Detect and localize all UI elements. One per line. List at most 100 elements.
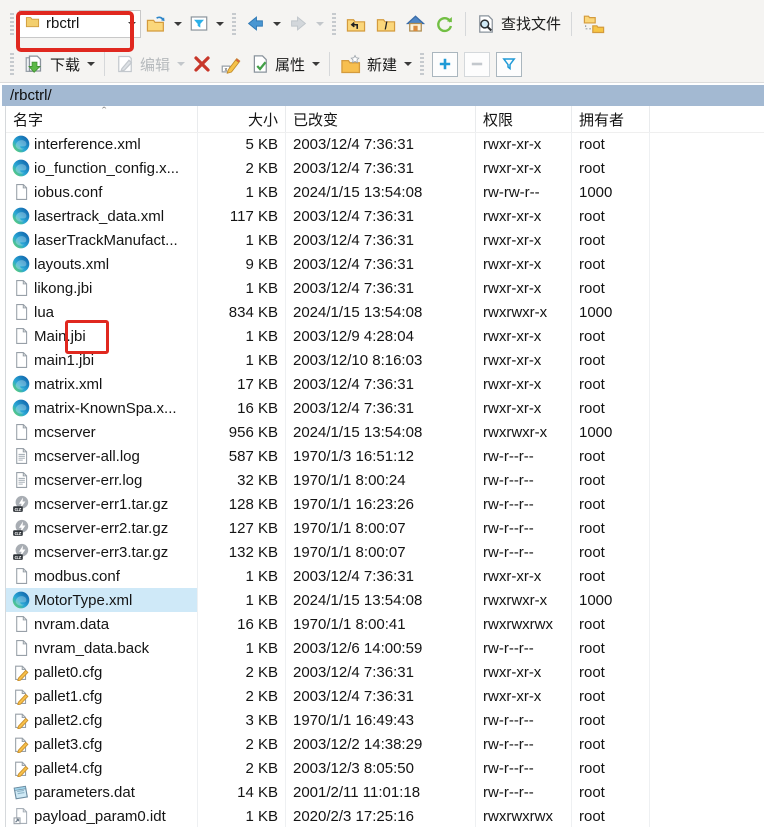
column-header-size[interactable]: 大小 (198, 106, 286, 132)
table-row[interactable]: matrix-KnownSpa.x...16 KB2003/12/4 7:36:… (6, 396, 764, 420)
directory-tree-button[interactable] (578, 11, 610, 37)
root-directory-button[interactable]: / (371, 11, 401, 37)
toolbar-grip[interactable] (420, 53, 424, 75)
remove-button[interactable] (464, 52, 490, 77)
forward-button[interactable] (284, 11, 313, 36)
path-bar[interactable]: /rbctrl/ (2, 85, 764, 106)
file-name-cell[interactable]: mcserver-err.log (6, 468, 198, 492)
back-dropdown-icon[interactable] (273, 22, 281, 26)
table-row[interactable]: iobus.conf1 KB2024/1/15 13:54:08rw-rw-r-… (6, 180, 764, 204)
table-row[interactable]: parameters.dat14 KB2001/2/11 11:01:18rw-… (6, 780, 764, 804)
file-name-cell[interactable]: GZmcserver-err2.tar.gz (6, 516, 198, 540)
table-row[interactable]: nvram_data.back1 KB2003/12/6 14:00:59rw-… (6, 636, 764, 660)
generic-file-icon (12, 327, 30, 345)
toolbar-grip[interactable] (10, 13, 14, 35)
directory-combobox[interactable]: rbctrl (19, 10, 141, 38)
parent-directory-button[interactable] (341, 11, 371, 37)
file-name-cell[interactable]: matrix-KnownSpa.x... (6, 396, 198, 420)
find-files-button[interactable]: 查找文件 (472, 10, 565, 37)
table-row[interactable]: laserTrackManufact...1 KB2003/12/4 7:36:… (6, 228, 764, 252)
file-name-cell[interactable]: iobus.conf (6, 180, 198, 204)
table-row[interactable]: nvram.data16 KB1970/1/1 8:00:41rwxrwxrwx… (6, 612, 764, 636)
table-row[interactable]: Main.jbi1 KB2003/12/9 4:28:04rwxr-xr-xro… (6, 324, 764, 348)
file-name-cell[interactable]: laserTrackManufact... (6, 228, 198, 252)
file-name-cell[interactable]: Main.jbi (6, 324, 198, 348)
file-name-cell[interactable]: io_function_config.x... (6, 156, 198, 180)
file-name-cell[interactable]: mcserver-all.log (6, 444, 198, 468)
filter-toggle-button[interactable] (496, 52, 522, 77)
home-directory-button[interactable] (401, 11, 430, 37)
row-filler (650, 588, 764, 612)
file-name-cell[interactable]: pallet4.cfg (6, 756, 198, 780)
edit-button[interactable]: 编辑 (111, 51, 174, 78)
table-row[interactable]: pallet4.cfg2 KB2003/12/3 8:05:50rw-r--r-… (6, 756, 764, 780)
file-name-cell[interactable]: nvram_data.back (6, 636, 198, 660)
file-name-cell[interactable]: likong.jbi (6, 276, 198, 300)
forward-dropdown-icon[interactable] (316, 22, 324, 26)
file-name-cell[interactable]: matrix.xml (6, 372, 198, 396)
table-row[interactable]: GZmcserver-err3.tar.gz132 KB1970/1/1 8:0… (6, 540, 764, 564)
chevron-down-icon[interactable] (128, 22, 136, 26)
table-row[interactable]: pallet2.cfg3 KB1970/1/1 16:49:43rw-r--r-… (6, 708, 764, 732)
download-button[interactable]: 下载 (19, 51, 84, 78)
table-row[interactable]: io_function_config.x...2 KB2003/12/4 7:3… (6, 156, 764, 180)
file-name-cell[interactable]: lasertrack_data.xml (6, 204, 198, 228)
file-name-cell[interactable]: lua (6, 300, 198, 324)
file-name-cell[interactable]: pallet1.cfg (6, 684, 198, 708)
edit-dropdown-icon[interactable] (177, 62, 185, 66)
filter-dropdown-icon[interactable] (216, 22, 224, 26)
table-row[interactable]: likong.jbi1 KB2003/12/4 7:36:31rwxr-xr-x… (6, 276, 764, 300)
table-row[interactable]: mcserver-all.log587 KB1970/1/3 16:51:12r… (6, 444, 764, 468)
file-name-cell[interactable]: MotorType.xml (6, 588, 198, 612)
filter-button[interactable] (185, 11, 213, 36)
file-name-cell[interactable]: payload_param0.idt (6, 804, 198, 827)
table-row[interactable]: modbus.conf1 KB2003/12/4 7:36:31rwxr-xr-… (6, 564, 764, 588)
table-row[interactable]: layouts.xml9 KB2003/12/4 7:36:31rwxr-xr-… (6, 252, 764, 276)
table-row[interactable]: mcserver-err.log32 KB1970/1/1 8:00:24rw-… (6, 468, 764, 492)
table-row[interactable]: matrix.xml17 KB2003/12/4 7:36:31rwxr-xr-… (6, 372, 764, 396)
file-name-cell[interactable]: mcserver (6, 420, 198, 444)
file-name-cell[interactable]: modbus.conf (6, 564, 198, 588)
new-button[interactable]: 新建 (336, 51, 401, 78)
file-name-cell[interactable]: pallet3.cfg (6, 732, 198, 756)
table-row[interactable]: lua834 KB2024/1/15 13:54:08rwxrwxr-x1000 (6, 300, 764, 324)
table-row[interactable]: main1.jbi1 KB2003/12/10 8:16:03rwxr-xr-x… (6, 348, 764, 372)
file-name-cell[interactable]: nvram.data (6, 612, 198, 636)
download-dropdown-icon[interactable] (87, 62, 95, 66)
file-name-cell[interactable]: layouts.xml (6, 252, 198, 276)
table-row[interactable]: pallet3.cfg2 KB2003/12/2 14:38:29rw-r--r… (6, 732, 764, 756)
delete-button[interactable] (188, 51, 216, 77)
table-row[interactable]: lasertrack_data.xml117 KB2003/12/4 7:36:… (6, 204, 764, 228)
file-name-cell[interactable]: interference.xml (6, 132, 198, 156)
rename-button[interactable]: x (216, 51, 246, 77)
table-row[interactable]: payload_param0.idt1 KB2020/2/3 17:25:16r… (6, 804, 764, 827)
file-name-cell[interactable]: GZmcserver-err1.tar.gz (6, 492, 198, 516)
table-row[interactable]: MotorType.xml1 KB2024/1/15 13:54:08rwxrw… (6, 588, 764, 612)
file-name-cell[interactable]: parameters.dat (6, 780, 198, 804)
table-row[interactable]: pallet1.cfg2 KB2003/12/4 7:36:31rwxr-xr-… (6, 684, 764, 708)
open-directory-button[interactable] (141, 11, 171, 37)
file-name-cell[interactable]: GZmcserver-err3.tar.gz (6, 540, 198, 564)
file-name-cell[interactable]: pallet2.cfg (6, 708, 198, 732)
properties-button[interactable]: 属性 (246, 51, 309, 78)
toolbar-grip[interactable] (232, 13, 236, 35)
file-rights: rwxr-xr-x (476, 396, 572, 420)
add-button[interactable] (432, 52, 458, 77)
new-dropdown-icon[interactable] (404, 62, 412, 66)
file-name-cell[interactable]: main1.jbi (6, 348, 198, 372)
toolbar-grip[interactable] (10, 53, 14, 75)
table-row[interactable]: pallet0.cfg2 KB2003/12/4 7:36:31rwxr-xr-… (6, 660, 764, 684)
column-header-changed[interactable]: 已改变 (286, 106, 476, 132)
open-directory-dropdown-icon[interactable] (174, 22, 182, 26)
toolbar-grip[interactable] (332, 13, 336, 35)
back-button[interactable] (241, 11, 270, 36)
refresh-button[interactable] (430, 11, 459, 37)
column-header-rights[interactable]: 权限 (476, 106, 572, 132)
table-row[interactable]: mcserver956 KB2024/1/15 13:54:08rwxrwxr-… (6, 420, 764, 444)
file-name-cell[interactable]: pallet0.cfg (6, 660, 198, 684)
column-header-owner[interactable]: 拥有者 (572, 106, 650, 132)
table-row[interactable]: GZmcserver-err2.tar.gz127 KB1970/1/1 8:0… (6, 516, 764, 540)
table-row[interactable]: interference.xml5 KB2003/12/4 7:36:31rwx… (6, 132, 764, 156)
properties-dropdown-icon[interactable] (312, 62, 320, 66)
table-row[interactable]: GZmcserver-err1.tar.gz128 KB1970/1/1 16:… (6, 492, 764, 516)
